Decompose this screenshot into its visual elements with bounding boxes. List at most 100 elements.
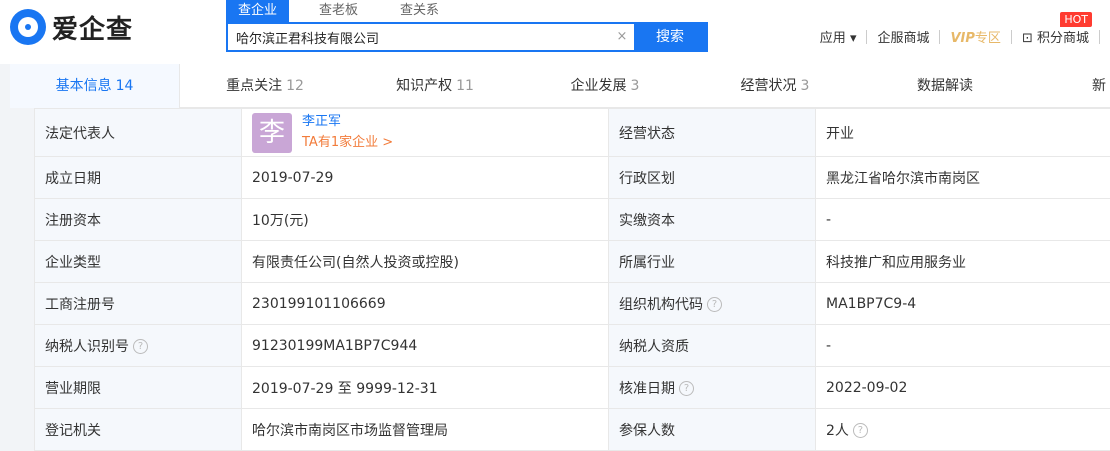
logo[interactable]: 爱企查 [10, 8, 133, 46]
table-row: 法定代表人 李 李正军 TA有1家企业 > 经营状态 开业 [35, 109, 1110, 157]
mall-link[interactable]: 企服商城 [877, 27, 929, 46]
legal-rep-name[interactable]: 李正军 [302, 114, 393, 130]
top-nav: 应用 ▾ 企服商城 VIP专区 ⊡ 积分商城 [820, 27, 1110, 46]
row-label: 登记机关 [35, 409, 242, 451]
row-value: 230199101106669 [242, 283, 609, 325]
row-value: 91230199MA1BP7C944 [242, 325, 609, 367]
gift-icon: ⊡ [1022, 31, 1033, 46]
table-row: 工商注册号 230199101106669 组织机构代码? MA1BP7C9-4 [35, 283, 1110, 325]
tab-operation[interactable]: 经营状况3 [690, 64, 860, 108]
tab-count: 14 [116, 78, 134, 94]
row-label-with-help: 纳税人识别号? [35, 325, 242, 367]
row-label: 工商注册号 [35, 283, 242, 325]
row-label: 纳税人资质 [609, 325, 816, 367]
clear-icon[interactable]: × [610, 24, 634, 50]
search-button[interactable]: 搜索 [634, 24, 706, 50]
row-label: 注册资本 [35, 199, 242, 241]
table-row: 纳税人识别号? 91230199MA1BP7C944 纳税人资质 - [35, 325, 1110, 367]
row-value: MA1BP7C9-4 [816, 283, 1110, 325]
tab-ip[interactable]: 知识产权11 [350, 64, 520, 108]
row-label: 参保人数 [609, 409, 816, 451]
help-icon[interactable]: ? [679, 381, 694, 396]
table-row: 注册资本 10万(元) 实缴资本 - [35, 199, 1110, 241]
row-value-with-help: 2人? [816, 409, 1110, 451]
row-value: 2022-09-02 [816, 367, 1110, 409]
row-value: 2019-07-29 [242, 157, 609, 199]
divider [866, 30, 867, 44]
tab-label: 数据解读 [917, 78, 973, 94]
tab-label: 经营状况 [741, 78, 797, 94]
table-row: 营业期限 2019-07-29 至 9999-12-31 核准日期? 2022-… [35, 367, 1110, 409]
row-value: - [816, 325, 1110, 367]
points-label: 积分商城 [1037, 31, 1089, 46]
vip-zone-label: 专区 [975, 31, 1001, 46]
row-label: 企业类型 [35, 241, 242, 283]
table-row: 登记机关 哈尔滨市南岗区市场监督管理局 参保人数 2人? [35, 409, 1110, 451]
apps-menu[interactable]: 应用 ▾ [820, 27, 857, 46]
search-tab-relation[interactable]: 查关系 [388, 0, 451, 22]
table-row: 成立日期 2019-07-29 行政区划 黑龙江省哈尔滨市南岗区 [35, 157, 1110, 199]
logo-text: 爱企查 [52, 9, 133, 46]
row-label: 组织机构代码 [619, 297, 703, 313]
row-label: 营业期限 [35, 367, 242, 409]
search-box: × 搜索 [226, 22, 708, 52]
section-tabs: 基本信息14 重点关注12 知识产权11 企业发展3 经营状况3 数据解读 新 [10, 64, 1110, 108]
tab-label: 基本信息 [56, 78, 112, 94]
row-value: 科技推广和应用服务业 [816, 241, 1110, 283]
legal-rep-cell: 李 李正军 TA有1家企业 > [242, 109, 609, 157]
tab-label: 企业发展 [571, 78, 627, 94]
vip-badge: VIP [950, 31, 974, 46]
tab-development[interactable]: 企业发展3 [520, 64, 690, 108]
tab-count: 12 [286, 78, 304, 94]
row-value: - [816, 199, 1110, 241]
row-label-with-help: 组织机构代码? [609, 283, 816, 325]
divider [939, 30, 940, 44]
tab-label: 新 [1092, 78, 1106, 94]
search-tab-boss[interactable]: 查老板 [307, 0, 370, 22]
tab-basic-info[interactable]: 基本信息14 [10, 64, 180, 108]
table-row: 企业类型 有限责任公司(自然人投资或控股) 所属行业 科技推广和应用服务业 [35, 241, 1110, 283]
search-tab-company[interactable]: 查企业 [226, 0, 289, 22]
caret-down-icon: ▾ [850, 31, 857, 46]
tab-label: 重点关注 [226, 78, 282, 94]
basic-info-table: 法定代表人 李 李正军 TA有1家企业 > 经营状态 开业 成立日期 2019-… [34, 108, 1110, 450]
row-label: 实缴资本 [609, 199, 816, 241]
top-bar: 爱企查 查企业 查老板 查关系 × 搜索 应用 ▾ 企服商城 VIP专区 ⊡ 积… [0, 0, 1110, 64]
status-value: 开业 [816, 109, 1110, 157]
apps-label: 应用 [820, 31, 846, 46]
help-icon[interactable]: ? [853, 423, 868, 438]
help-icon[interactable]: ? [707, 297, 722, 312]
logo-icon [10, 9, 46, 45]
tab-count: 3 [631, 78, 640, 94]
search-input[interactable] [228, 24, 610, 50]
row-value: 有限责任公司(自然人投资或控股) [242, 241, 609, 283]
row-value: 2019-07-29 至 9999-12-31 [242, 367, 609, 409]
help-icon[interactable]: ? [133, 339, 148, 354]
search-tabs: 查企业 查老板 查关系 [226, 0, 469, 22]
tab-count: 11 [456, 78, 474, 94]
points-link[interactable]: ⊡ 积分商城 [1022, 27, 1089, 46]
tab-key-focus[interactable]: 重点关注12 [180, 64, 350, 108]
row-label: 所属行业 [609, 241, 816, 283]
legal-rep-label: 法定代表人 [35, 109, 242, 157]
row-value: 10万(元) [242, 199, 609, 241]
divider [1099, 30, 1100, 44]
row-label: 核准日期 [619, 381, 675, 397]
vip-link[interactable]: VIP专区 [950, 27, 1000, 46]
row-label-with-help: 核准日期? [609, 367, 816, 409]
row-value: 黑龙江省哈尔滨市南岗区 [816, 157, 1110, 199]
divider [1011, 30, 1012, 44]
row-label: 行政区划 [609, 157, 816, 199]
tab-new[interactable]: 新 [1030, 64, 1110, 108]
tab-count: 3 [801, 78, 810, 94]
tab-label: 知识产权 [396, 78, 452, 94]
hot-badge: HOT [1060, 12, 1092, 27]
status-label: 经营状态 [609, 109, 816, 157]
tab-data-analysis[interactable]: 数据解读 [860, 64, 1030, 108]
avatar[interactable]: 李 [252, 113, 292, 153]
row-label: 纳税人识别号 [45, 339, 129, 355]
row-value: 哈尔滨市南岗区市场监督管理局 [242, 409, 609, 451]
legal-rep-companies-link[interactable]: TA有1家企业 > [302, 134, 393, 152]
row-value: 2人 [826, 423, 849, 439]
row-label: 成立日期 [35, 157, 242, 199]
